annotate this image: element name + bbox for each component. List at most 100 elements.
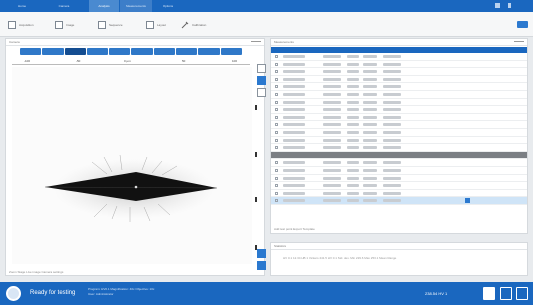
group-separator-row[interactable] xyxy=(271,151,527,160)
measurement-readout: 238.54 HV 1 xyxy=(425,291,448,296)
table-cell xyxy=(347,176,359,180)
table-cell xyxy=(323,138,341,142)
layout-button[interactable]: Layout xyxy=(146,19,166,30)
row-checkbox[interactable] xyxy=(275,199,278,203)
row-checkbox[interactable] xyxy=(275,100,278,104)
row-checkbox[interactable] xyxy=(275,146,278,150)
table-cell xyxy=(363,138,377,142)
table-cell xyxy=(383,70,401,74)
mode-button[interactable] xyxy=(109,48,131,55)
mode-button[interactable] xyxy=(198,48,220,55)
row-checkbox[interactable] xyxy=(275,108,278,112)
table-row[interactable] xyxy=(271,129,527,137)
ruler-tick: -50 xyxy=(76,59,81,63)
status-info: Program: HV0.1 Magnification: 40x Object… xyxy=(88,287,154,297)
row-checkbox[interactable] xyxy=(275,161,278,165)
mode-button[interactable] xyxy=(153,48,176,55)
tab-analysis[interactable]: Analysis xyxy=(89,0,119,12)
table-row[interactable] xyxy=(271,190,527,198)
table-row[interactable] xyxy=(271,144,527,152)
row-checkbox[interactable] xyxy=(275,168,278,172)
table-row[interactable] xyxy=(271,61,527,69)
table-cell xyxy=(283,184,305,188)
table-row[interactable] xyxy=(271,91,527,99)
panel-options-icon[interactable] xyxy=(514,41,524,44)
status-text: Ready for testing xyxy=(30,290,76,296)
tab-measurements[interactable]: Measurements xyxy=(120,0,152,12)
table-cell xyxy=(383,191,401,195)
settings-button[interactable] xyxy=(516,287,528,300)
mode-button[interactable] xyxy=(20,48,42,55)
table-row[interactable] xyxy=(271,137,527,145)
table-row[interactable] xyxy=(271,53,527,61)
tab-options[interactable]: Options xyxy=(153,0,183,12)
row-checkbox[interactable] xyxy=(275,123,278,127)
live-image[interactable] xyxy=(12,67,252,264)
tab-home[interactable]: Home xyxy=(10,0,34,12)
info-button[interactable] xyxy=(500,287,512,300)
row-checkbox[interactable] xyxy=(275,130,278,134)
mode-button[interactable] xyxy=(42,48,64,55)
row-checkbox[interactable] xyxy=(275,115,278,119)
table-row[interactable] xyxy=(271,76,527,84)
table-row[interactable] xyxy=(271,175,527,183)
ruler-tick-mark xyxy=(255,105,257,110)
row-checkbox[interactable] xyxy=(275,77,278,81)
window-minimize-icon[interactable] xyxy=(508,3,511,8)
autofocus-icon[interactable] xyxy=(257,261,266,270)
camera-button[interactable] xyxy=(517,21,528,28)
image-tool-strip-bottom xyxy=(257,249,267,273)
crosshair-icon[interactable] xyxy=(257,88,266,97)
row-checkbox[interactable] xyxy=(275,55,278,58)
row-checkbox[interactable] xyxy=(275,184,278,188)
table-cell xyxy=(383,199,401,203)
mode-button[interactable] xyxy=(176,48,198,55)
snapshot-icon[interactable] xyxy=(257,249,266,258)
table-cell xyxy=(383,92,401,96)
table-cell xyxy=(323,123,341,127)
table-row[interactable] xyxy=(271,68,527,76)
image-icon xyxy=(55,20,63,29)
table-row[interactable] xyxy=(271,197,527,205)
row-checkbox[interactable] xyxy=(275,62,278,66)
mode-button[interactable] xyxy=(131,48,153,55)
table-row[interactable] xyxy=(271,114,527,122)
table-cell xyxy=(323,62,341,66)
add-measurement-button[interactable] xyxy=(483,287,495,300)
table-row[interactable] xyxy=(271,83,527,91)
image-panel-title-text: Camera xyxy=(9,40,20,44)
sequence-button[interactable]: Sequence xyxy=(98,19,123,30)
table-row[interactable] xyxy=(271,106,527,114)
table-row[interactable] xyxy=(271,159,527,167)
window-settings-icon[interactable] xyxy=(495,3,500,8)
row-checkbox[interactable] xyxy=(275,85,278,89)
tab-camera[interactable]: Camera xyxy=(50,0,78,12)
panel-options-icon[interactable] xyxy=(251,41,261,44)
mode-button[interactable] xyxy=(220,48,242,55)
row-action-icon[interactable] xyxy=(465,198,470,204)
table-cell xyxy=(283,138,305,142)
table-cell xyxy=(347,191,359,195)
row-checkbox[interactable] xyxy=(275,176,278,180)
table-cell xyxy=(347,100,359,104)
table-cell xyxy=(383,130,401,134)
row-checkbox[interactable] xyxy=(275,92,278,96)
zoom-icon[interactable] xyxy=(257,64,266,73)
table-cell xyxy=(347,77,359,81)
mode-button[interactable] xyxy=(86,48,109,55)
table-row[interactable] xyxy=(271,182,527,190)
calibration-button[interactable]: Calibration xyxy=(181,19,206,30)
table-cell xyxy=(283,55,305,58)
row-checkbox[interactable] xyxy=(275,70,278,74)
table-cell xyxy=(323,115,341,119)
row-checkbox[interactable] xyxy=(275,138,278,142)
mode-button[interactable] xyxy=(64,48,86,55)
measure-icon[interactable] xyxy=(257,76,266,85)
table-row[interactable] xyxy=(271,121,527,129)
table-cell xyxy=(347,130,359,134)
table-row[interactable] xyxy=(271,167,527,175)
table-row[interactable] xyxy=(271,99,527,107)
row-checkbox[interactable] xyxy=(275,191,278,195)
acquisition-button[interactable]: Acquisition xyxy=(8,19,34,30)
image-button[interactable]: Image xyxy=(55,19,74,30)
